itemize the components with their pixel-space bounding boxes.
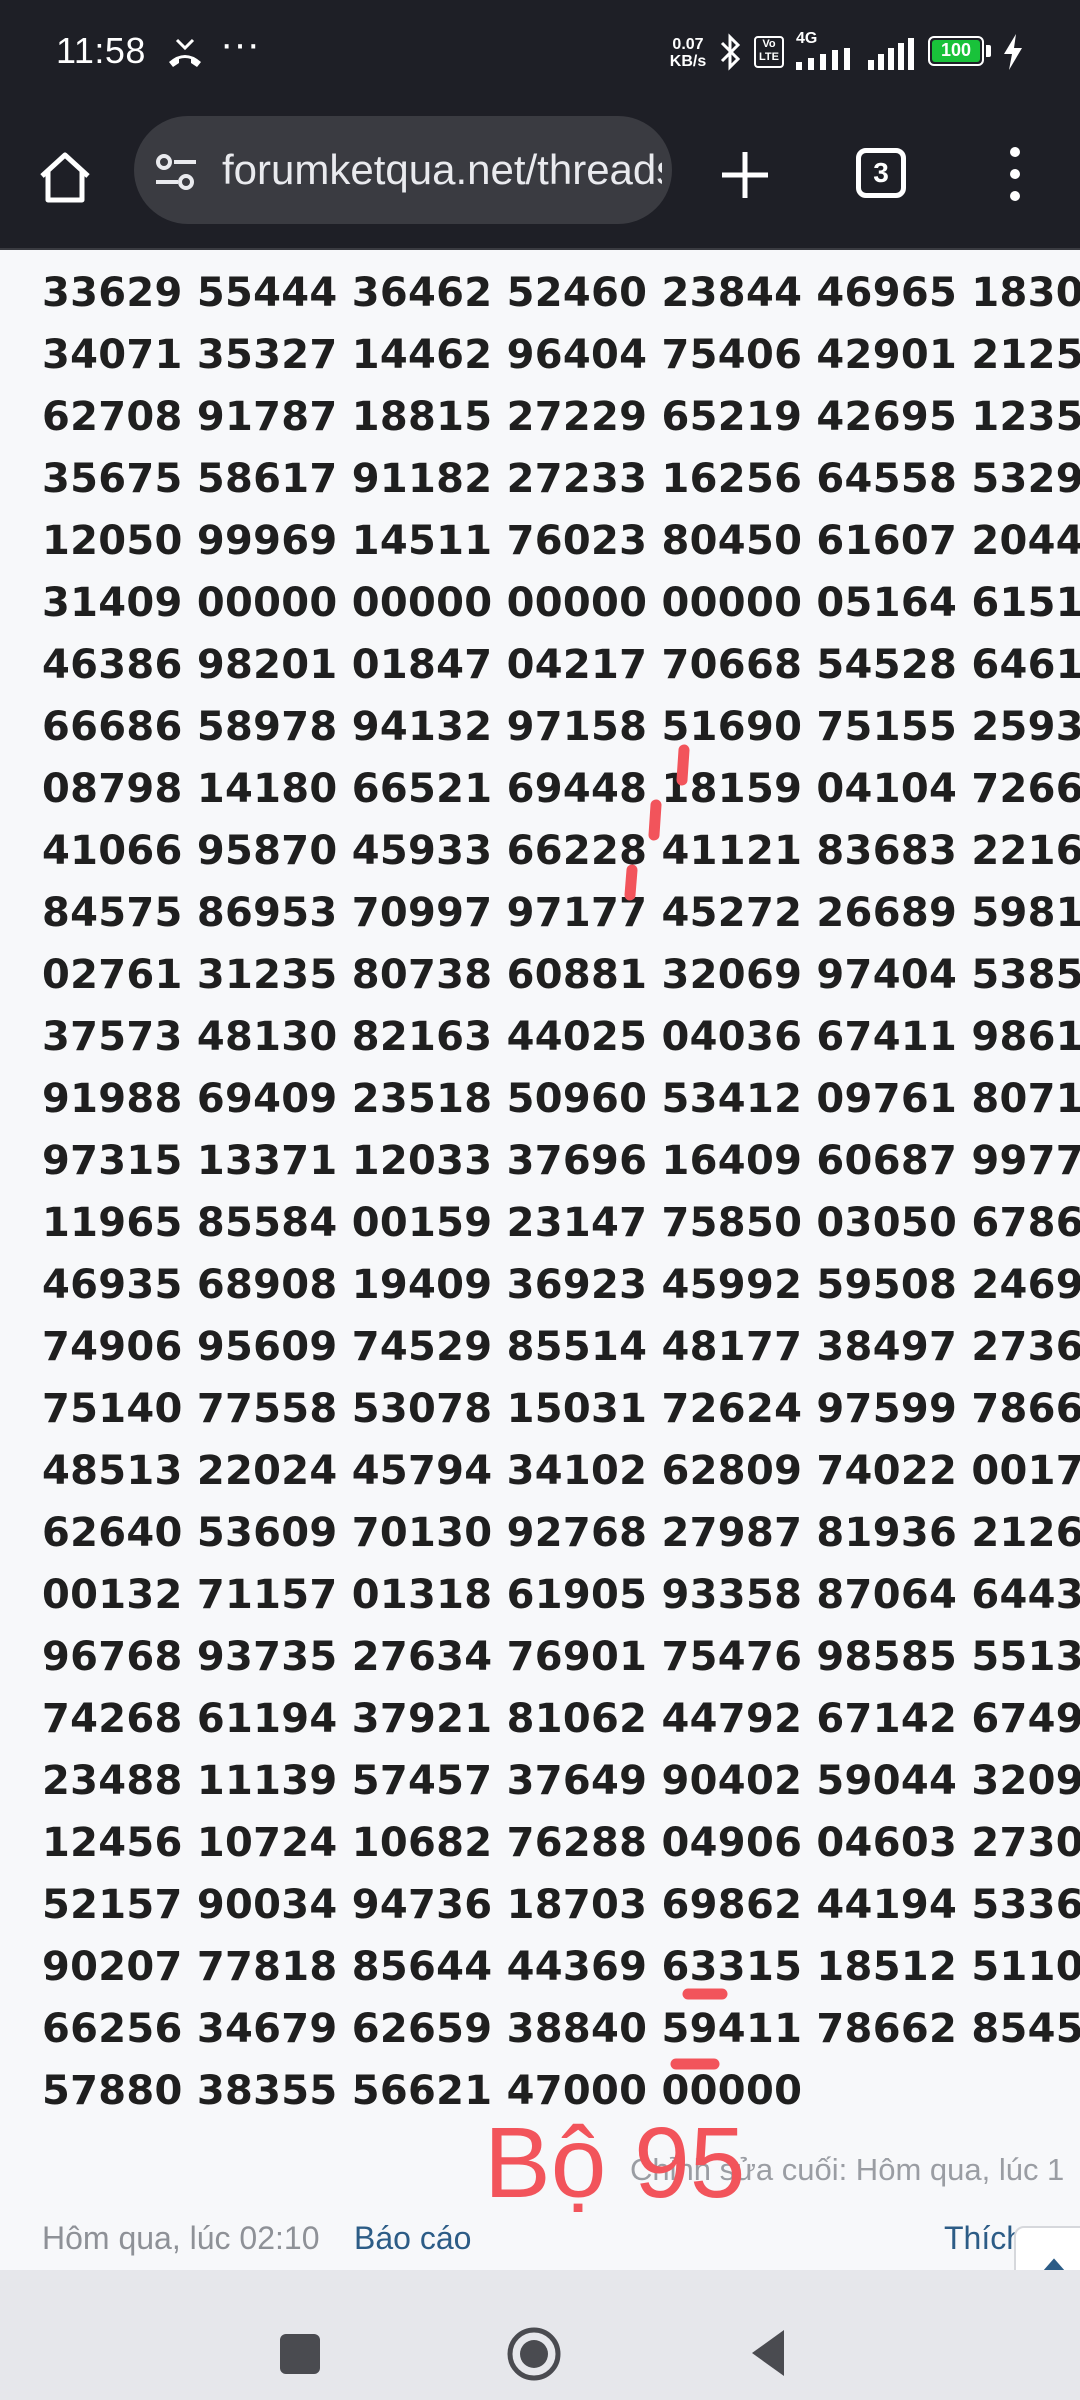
site-settings-icon[interactable] [154, 152, 198, 192]
address-bar[interactable]: forumketqua.net/threads [134, 116, 672, 224]
new-tab-icon[interactable] [718, 148, 772, 202]
number-row: 08798 14180 66521 69448 18159 04104 7266… [42, 766, 1080, 812]
number-row: 12456 10724 10682 76288 04906 04603 2730… [42, 1820, 1080, 1866]
number-row: 46935 68908 19409 36923 45992 59508 2469… [42, 1262, 1080, 1308]
number-row: 11965 85584 00159 23147 75850 03050 6786… [42, 1200, 1080, 1246]
post-timestamp: Hôm qua, lúc 02:10 [42, 2220, 320, 2256]
number-row: 46386 98201 01847 04217 70668 54528 6461… [42, 642, 1080, 688]
number-row: 75140 77558 53078 15031 72624 97599 7866… [42, 1386, 1080, 1432]
number-row: 34071 35327 14462 96404 75406 42901 2125… [42, 332, 1080, 378]
number-row: 33629 55444 36462 52460 23844 46965 1830… [42, 270, 1080, 316]
back-button[interactable] [748, 2328, 788, 2378]
home-button[interactable] [506, 2326, 562, 2382]
tab-switcher-button[interactable]: 3 [856, 148, 906, 198]
number-row: 31409 00000 00000 00000 00000 05164 6151… [42, 580, 1080, 626]
signal-icon-2 [868, 38, 914, 70]
number-row: 62640 53609 70130 92768 27987 81936 2126… [42, 1510, 1080, 1556]
number-row: 62708 91787 18815 27229 65219 42695 1235… [42, 394, 1080, 440]
number-row: 91988 69409 23518 50960 53412 09761 8071… [42, 1076, 1080, 1122]
charging-icon [1004, 34, 1022, 70]
number-row: 00132 71157 01318 61905 93358 87064 6443… [42, 1572, 1080, 1618]
post-content: 33629 55444 36462 52460 23844 46965 1830… [0, 250, 1080, 2270]
number-row: 84575 86953 70997 97177 45272 26689 5981… [42, 890, 1080, 936]
number-row: 02761 31235 80738 60881 32069 97404 5385… [42, 952, 1080, 998]
like-link[interactable]: Thích [944, 2220, 1024, 2257]
status-bar: 11:58 ··· 0.07 KB/s Vo LTE 4G 100 [0, 0, 1080, 108]
browser-toolbar: forumketqua.net/threads 3 [0, 108, 1080, 248]
url-text[interactable]: forumketqua.net/threads [222, 146, 662, 194]
number-row: 74906 95609 74529 85514 48177 38497 2736… [42, 1324, 1080, 1370]
recents-button[interactable] [280, 2334, 320, 2374]
number-row: 37573 48130 82163 44025 04036 67411 9861… [42, 1014, 1080, 1060]
number-row: 97315 13371 12033 37696 16409 60687 9977… [42, 1138, 1080, 1184]
chevron-up-icon [1043, 2258, 1065, 2270]
number-row: 48513 22024 45794 34102 62809 74022 0017… [42, 1448, 1080, 1494]
number-row: 66256 34679 62659 38840 59411 78662 8545… [42, 2006, 1080, 2052]
number-row: 74268 61194 37921 81062 44792 67142 6749… [42, 1696, 1080, 1742]
volte-icon: Vo LTE [754, 36, 784, 68]
network-speed: 0.07 KB/s [669, 36, 707, 70]
number-row: 23488 11139 57457 37649 90402 59044 3209… [42, 1758, 1080, 1804]
number-row: 66686 58978 94132 97158 51690 75155 2593… [42, 704, 1080, 750]
number-row: 12050 99969 14511 76023 80450 61607 2044… [42, 518, 1080, 564]
system-nav-bar [0, 2270, 1080, 2400]
annotation-label: Bộ 95 [484, 2107, 746, 2219]
number-row: 90207 77818 85644 44369 63315 18512 5110… [42, 1944, 1080, 1990]
status-time: 11:58 [56, 30, 146, 71]
battery-level: 100 [940, 40, 972, 60]
network-type: 4G [796, 30, 818, 47]
home-icon[interactable] [36, 148, 94, 206]
menu-icon[interactable] [1000, 144, 1030, 204]
more-notifications-icon: ··· [220, 22, 260, 66]
report-link[interactable]: Báo cáo [354, 2220, 471, 2257]
number-list: 33629 55444 36462 52460 23844 46965 1830… [42, 262, 1080, 2122]
battery-icon: 100 [928, 36, 984, 66]
number-row: 35675 58617 91182 27233 16256 64558 5329… [42, 456, 1080, 502]
bluetooth-icon [720, 33, 741, 71]
signal-icon [796, 48, 850, 70]
scroll-to-top-button[interactable] [1014, 2226, 1080, 2270]
missed-call-icon [169, 38, 201, 67]
number-row: 96768 93735 27634 76901 75476 98585 5513… [42, 1634, 1080, 1680]
battery-tip [986, 45, 991, 57]
number-row: 41066 95870 45933 66228 41121 83683 2216… [42, 828, 1080, 874]
number-row: 52157 90034 94736 18703 69862 44194 5336… [42, 1882, 1080, 1928]
